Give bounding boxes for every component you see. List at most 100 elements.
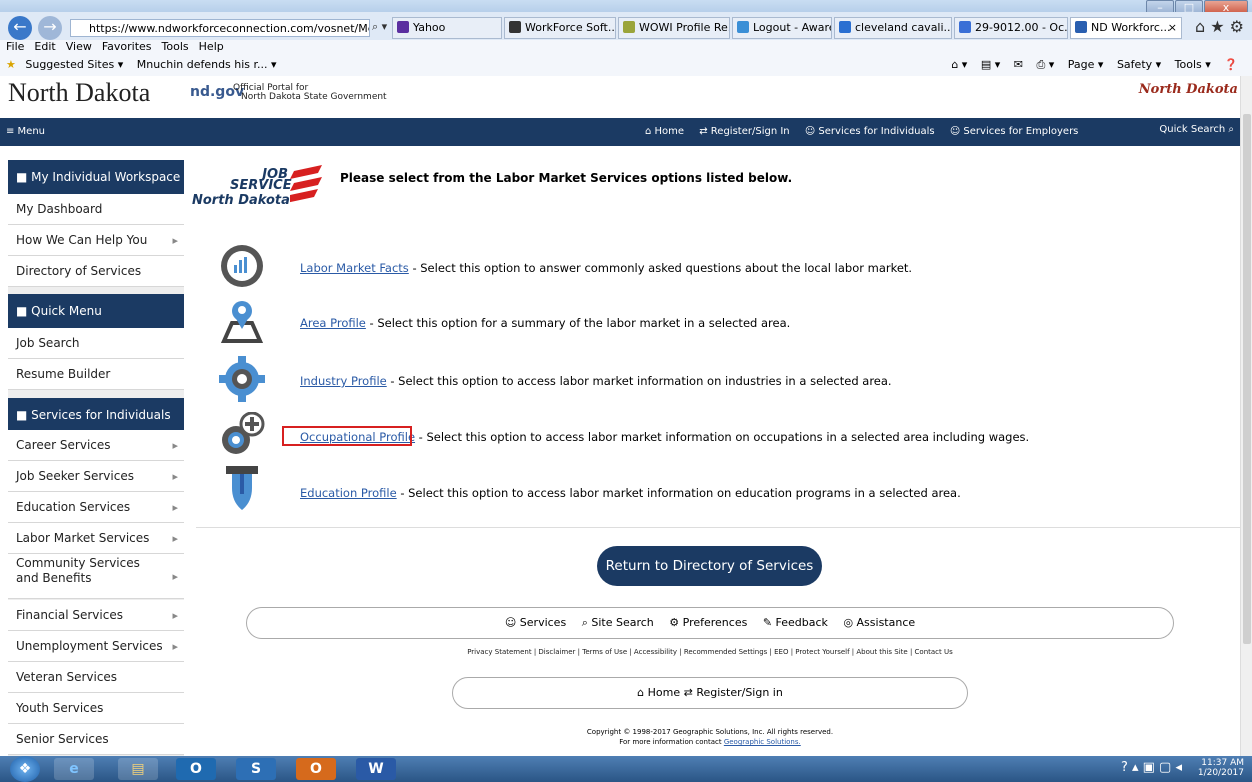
system-tray-icons[interactable]: ? ▴ ▣ ▢ ◂: [1121, 760, 1182, 775]
menu-favorites[interactable]: Favorites: [102, 40, 152, 53]
clock-time: 11:37 AM: [1201, 758, 1244, 768]
job-service-logo[interactable]: JOB SERVICE North Dakota: [192, 163, 322, 215]
footer-site-search-link[interactable]: ⌕ Site Search: [582, 616, 654, 629]
mnuchin-link[interactable]: Mnuchin defends his r... ▾: [137, 58, 277, 71]
sidebar-item-directory[interactable]: Directory of Services: [8, 256, 184, 287]
start-button[interactable]: ❖: [10, 756, 40, 782]
menu-edit[interactable]: Edit: [34, 40, 55, 53]
settings-gear-icon[interactable]: ⚙: [1230, 17, 1244, 36]
section-title: Services for Individuals: [31, 408, 171, 422]
favorites-star-icon[interactable]: ★: [6, 58, 16, 71]
legal-links[interactable]: Privacy Statement | Disclaimer | Terms o…: [246, 648, 1174, 656]
tab-onet[interactable]: 29-9012.00 - Oc...: [954, 17, 1068, 39]
sidebar-item-job-seeker[interactable]: Job Seeker Services ▸: [8, 461, 184, 492]
home-icon[interactable]: ⌂ ▾: [951, 58, 967, 71]
scrollbar-thumb[interactable]: [1243, 114, 1251, 644]
menu-help[interactable]: Help: [199, 40, 224, 53]
geographic-solutions-link[interactable]: Geographic Solutions.: [724, 738, 801, 746]
help-icon[interactable]: ❓: [1224, 58, 1238, 71]
sidebar-item-education-services[interactable]: Education Services ▸: [8, 492, 184, 523]
tab-cleveland[interactable]: cleveland cavali...: [834, 17, 952, 39]
sidebar-section-services-individuals[interactable]: ■ Services for Individuals: [8, 398, 184, 432]
taskbar-skype[interactable]: S: [236, 758, 276, 780]
nav-services-individuals[interactable]: ☺ Services for Individuals: [805, 126, 935, 137]
tools-menu[interactable]: Tools ▾: [1175, 58, 1211, 71]
nav-links: ⌂ Home ⇄ Register/Sign In ☺ Services for…: [645, 126, 1090, 137]
education-profile-link[interactable]: Education Profile: [300, 486, 397, 500]
sidebar-section-workspace[interactable]: ■ My Individual Workspace: [8, 160, 184, 194]
chevron-right-icon: ▸: [172, 532, 178, 545]
sidebar-item-senior[interactable]: Senior Services: [8, 724, 184, 755]
menu-tools[interactable]: Tools: [162, 40, 189, 53]
page-menu[interactable]: Page ▾: [1068, 58, 1104, 71]
sidebar-section-quick-menu[interactable]: ■ Quick Menu: [8, 294, 184, 328]
area-profile-icon[interactable]: [218, 297, 266, 343]
url-input[interactable]: https://www.ndworkforceconnection.com/vo…: [70, 19, 370, 37]
nav-home[interactable]: ⌂ Home: [645, 126, 684, 137]
north-dakota-logo[interactable]: North Dakota: [1139, 82, 1238, 97]
area-profile-link[interactable]: Area Profile: [300, 316, 366, 330]
item-label: Education Services: [16, 500, 131, 514]
taskbar-outlook[interactable]: O: [176, 758, 216, 780]
taskbar-explorer[interactable]: ▤: [118, 758, 158, 780]
taskbar-powerpoint[interactable]: O: [296, 758, 336, 780]
sidebar-item-job-search[interactable]: Job Search: [8, 328, 184, 359]
page-scrollbar[interactable]: [1240, 76, 1252, 756]
sidebar-item-community[interactable]: Community Services and Benefits ▸: [8, 554, 184, 599]
safety-menu[interactable]: Safety ▾: [1117, 58, 1161, 71]
occupational-profile-icon[interactable]: [218, 412, 266, 458]
footer-services-link[interactable]: ☺ Services: [505, 616, 566, 629]
sidebar-item-financial[interactable]: Financial Services ▸: [8, 600, 184, 631]
state-title[interactable]: North Dakota: [8, 78, 150, 108]
suggested-sites-link[interactable]: Suggested Sites ▾: [25, 58, 123, 71]
close-tab-icon[interactable]: ×: [1168, 18, 1177, 38]
mail-icon[interactable]: ✉: [1014, 58, 1023, 71]
sidebar-item-unemployment[interactable]: Unemployment Services ▸: [8, 631, 184, 662]
tab-workforce-soft[interactable]: WorkForce Soft...: [504, 17, 616, 39]
clock[interactable]: 11:37 AM 1/20/2017: [1198, 758, 1244, 778]
quick-search[interactable]: Quick Search ⌕: [1159, 124, 1234, 135]
item-label: Directory of Services: [16, 264, 142, 278]
taskbar-word[interactable]: W: [356, 758, 396, 780]
top-navigation: ≡ Menu ⌂ Home ⇄ Register/Sign In ☺ Servi…: [0, 118, 1240, 146]
item-label: Veteran Services: [16, 670, 118, 684]
taskbar-ie[interactable]: e: [54, 758, 94, 780]
industry-profile-icon[interactable]: [218, 356, 266, 402]
sidebar-item-resume-builder[interactable]: Resume Builder: [8, 359, 184, 390]
home-icon[interactable]: ⌂: [1195, 17, 1205, 36]
return-to-directory-button[interactable]: Return to Directory of Services: [597, 546, 822, 586]
industry-profile-link[interactable]: Industry Profile: [300, 374, 387, 388]
favorites-star-icon[interactable]: ★: [1210, 17, 1224, 36]
print-icon[interactable]: ⎙ ▾: [1036, 58, 1054, 71]
footer-home-link[interactable]: ⌂ Home: [637, 686, 680, 699]
menu-file[interactable]: File: [6, 40, 24, 53]
tab-yahoo[interactable]: Yahoo: [392, 17, 502, 39]
back-button[interactable]: ←: [8, 16, 32, 40]
nav-register-sign-in[interactable]: ⇄ Register/Sign In: [699, 126, 789, 137]
tab-wowi-profile[interactable]: WOWI Profile Re...: [618, 17, 730, 39]
sidebar-item-how-we-can-help[interactable]: How We Can Help You ▸: [8, 225, 184, 256]
footer-assistance-link[interactable]: ◎ Assistance: [843, 616, 915, 629]
nav-services-employers[interactable]: ☺ Services for Employers: [950, 126, 1079, 137]
forward-button[interactable]: →: [38, 16, 62, 40]
sidebar-item-my-dashboard[interactable]: My Dashboard: [8, 194, 184, 225]
sidebar-item-labor-market[interactable]: Labor Market Services ▸: [8, 523, 184, 554]
sidebar-item-veteran[interactable]: Veteran Services: [8, 662, 184, 693]
footer-preferences-link[interactable]: ⚙ Preferences: [669, 616, 747, 629]
tab-label: WorkForce Soft...: [525, 21, 616, 34]
footer-feedback-link[interactable]: ✎ Feedback: [763, 616, 828, 629]
menu-view[interactable]: View: [66, 40, 92, 53]
sidebar-item-youth[interactable]: Youth Services: [8, 693, 184, 724]
item-label: How We Can Help You: [16, 233, 148, 247]
tab-logout-aware[interactable]: Logout - Aware: [732, 17, 832, 39]
sidebar-item-career-services[interactable]: Career Services ▸: [8, 430, 184, 461]
education-profile-icon[interactable]: [218, 466, 266, 512]
footer-register-link[interactable]: ⇄ Register/Sign in: [684, 686, 783, 699]
labor-market-facts-icon[interactable]: [218, 243, 266, 289]
tab-label: ND Workforc...: [1091, 21, 1171, 34]
tab-nd-workforce[interactable]: ND Workforc... ×: [1070, 17, 1182, 39]
labor-market-facts-link[interactable]: Labor Market Facts: [300, 261, 409, 275]
menu-button[interactable]: ≡ Menu: [6, 126, 45, 137]
item-label: Resume Builder: [16, 367, 111, 381]
feeds-icon[interactable]: ▤ ▾: [981, 58, 1000, 71]
